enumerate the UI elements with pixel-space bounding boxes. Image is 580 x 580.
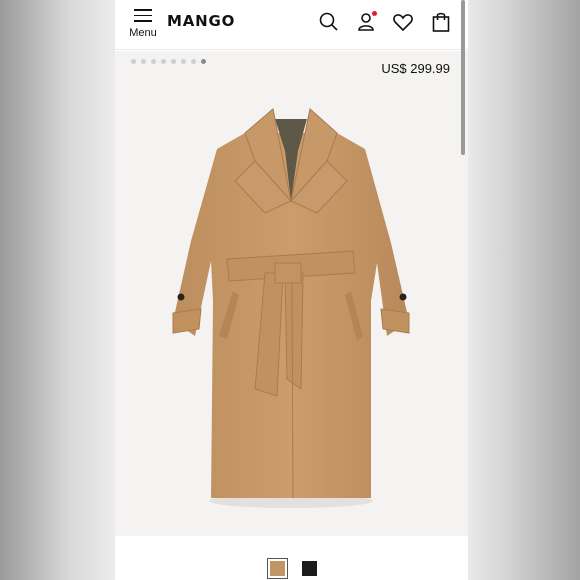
camel-wool-coat-image: [172, 108, 410, 508]
pagination-dot[interactable]: [171, 59, 176, 64]
pagination-dot[interactable]: [131, 59, 136, 64]
pagination-dot[interactable]: [181, 59, 186, 64]
notification-dot: [372, 11, 377, 16]
product-price: US$ 299.99: [381, 61, 450, 76]
shopping-bag-icon[interactable]: [429, 10, 453, 34]
product-page: Menu MANGO US$ 299.99: [115, 0, 468, 580]
black-swatch[interactable]: [302, 561, 317, 576]
menu-label: Menu: [129, 27, 157, 39]
brand-logo[interactable]: MANGO: [167, 12, 235, 30]
heart-icon[interactable]: [391, 10, 415, 34]
account-icon[interactable]: [355, 10, 379, 34]
pagination-dot[interactable]: [191, 59, 196, 64]
product-image-gallery[interactable]: US$ 299.99: [115, 51, 468, 536]
hamburger-icon: [134, 9, 152, 23]
pagination-dot-active[interactable]: [201, 59, 206, 64]
menu-button[interactable]: Menu: [125, 6, 161, 42]
color-swatches: [115, 536, 468, 580]
camel-swatch[interactable]: [267, 558, 288, 579]
scrollbar-thumb[interactable]: [461, 0, 465, 155]
image-pagination-dots: [131, 59, 206, 64]
search-icon[interactable]: [317, 10, 341, 34]
pagination-dot[interactable]: [141, 59, 146, 64]
site-header: Menu MANGO: [115, 0, 468, 50]
pagination-dot[interactable]: [161, 59, 166, 64]
pagination-dot[interactable]: [151, 59, 156, 64]
